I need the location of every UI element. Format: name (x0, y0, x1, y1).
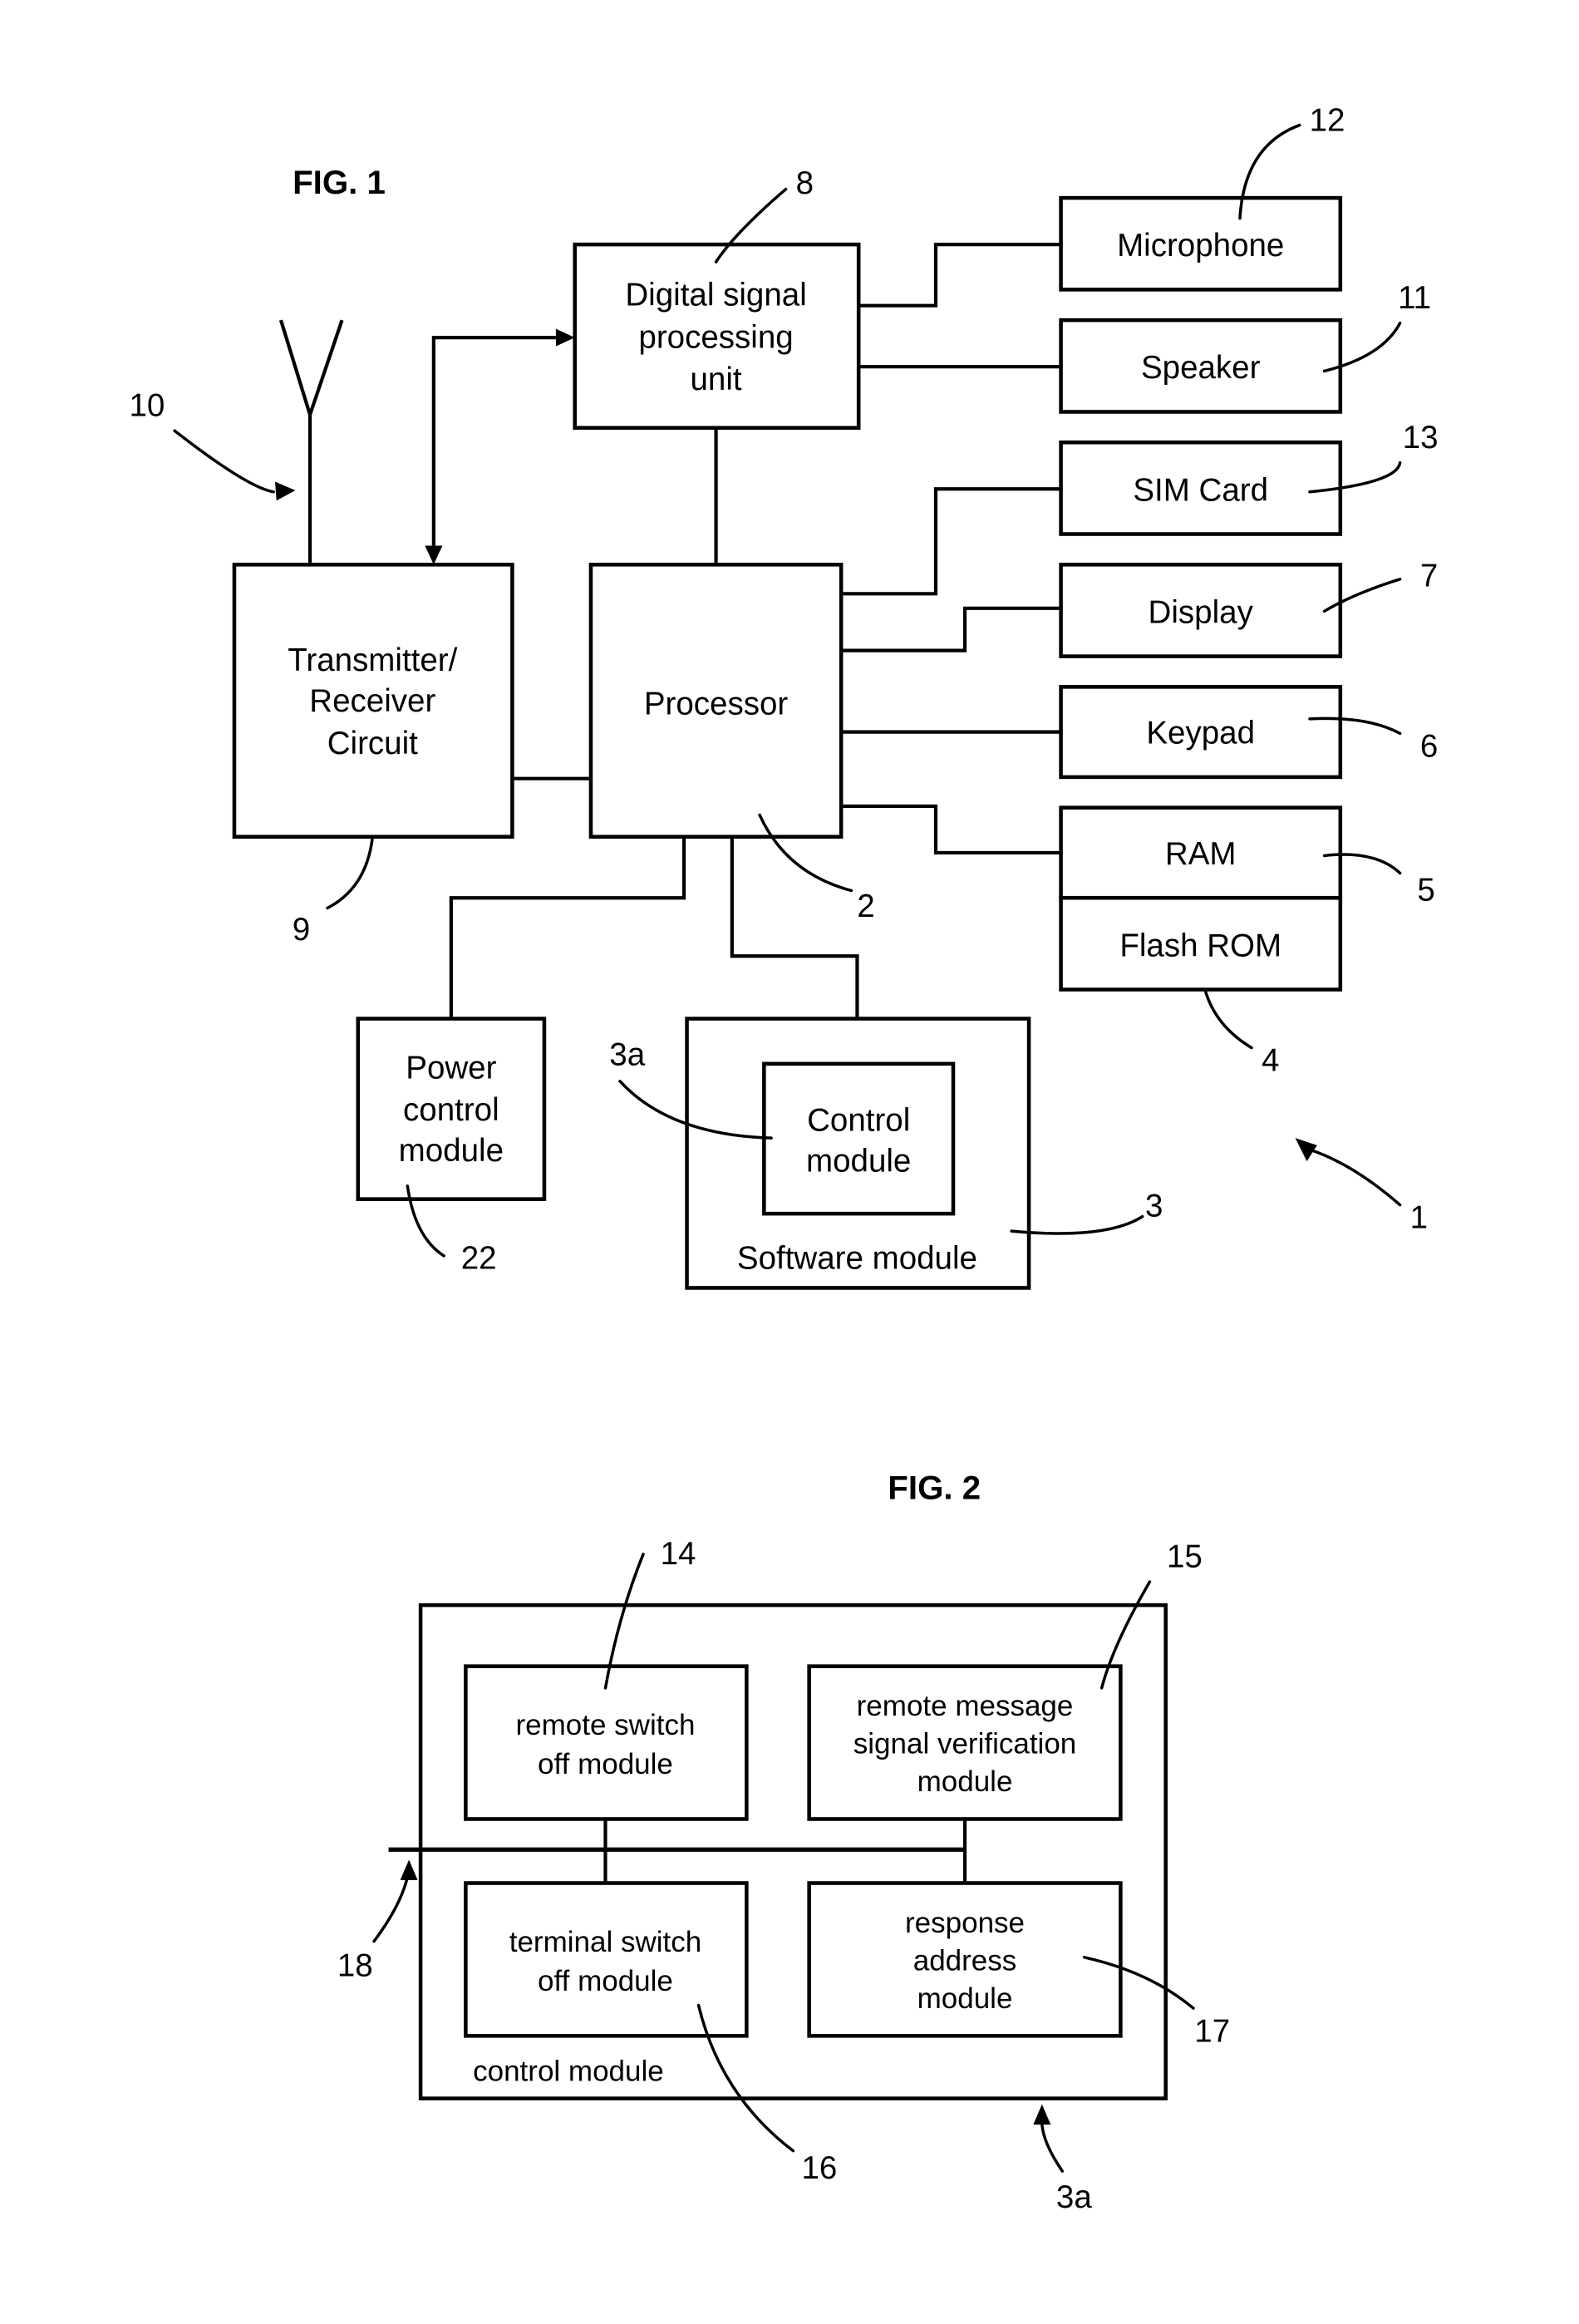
transceiver-label-line-1: Transmitter/ (288, 643, 457, 678)
ref-10: 10 (129, 388, 165, 424)
microphone-block: Microphone (1059, 195, 1343, 292)
display-label: Display (1149, 594, 1254, 630)
patent-drawing-sheet: FIG. 1 Digital signal processing unit Mi… (129, 103, 1439, 2215)
remote-switch-off-label-line-1: remote switch (516, 1709, 696, 1741)
ref-9: 9 (293, 912, 310, 948)
speaker-label: Speaker (1141, 350, 1261, 386)
display-block: Display (1059, 563, 1343, 658)
sim-card-block: SIM Card (1059, 440, 1343, 536)
flash-rom-block: Flash ROM (1059, 895, 1343, 992)
ref-16: 16 (801, 2150, 837, 2186)
processor-block: Processor (588, 563, 844, 839)
power-control-label-line-3: module (399, 1133, 504, 1169)
figure-2: FIG. 2 control module remote switch off … (337, 1469, 1230, 2215)
antenna-icon (278, 319, 344, 565)
dsp-label-line-1: Digital signal (625, 278, 806, 313)
ref-3a-fig2: 3a (1056, 2179, 1092, 2215)
flash-rom-label: Flash ROM (1119, 928, 1281, 963)
arrowhead-control-module (1033, 2104, 1051, 2125)
response-address-label-line-3: module (917, 1982, 1013, 2015)
dsp-block: Digital signal processing unit (573, 242, 861, 431)
ref-8: 8 (796, 165, 814, 201)
ref-18: 18 (337, 1948, 373, 1984)
ref-17: 17 (1194, 2013, 1230, 2049)
response-address-label-line-1: response (905, 1907, 1025, 1939)
keypad-label: Keypad (1146, 716, 1255, 751)
figure-1-title: FIG. 1 (293, 164, 386, 201)
speaker-block: Speaker (1059, 318, 1343, 414)
remote-message-label-line-2: signal verification (853, 1728, 1076, 1760)
ref-15: 15 (1167, 1539, 1203, 1575)
arrowhead-device (1295, 1138, 1317, 1162)
sim-card-label: SIM Card (1133, 472, 1268, 508)
ref-5: 5 (1417, 873, 1434, 908)
ref-13: 13 (1403, 420, 1439, 455)
control-module-label-line-1: Control (807, 1102, 910, 1138)
ram-label: RAM (1165, 836, 1237, 872)
transceiver-block: Transmitter/ Receiver Circuit (232, 563, 514, 839)
ref-2: 2 (857, 889, 874, 924)
power-control-label-line-2: control (403, 1092, 499, 1128)
figure-2-title: FIG. 2 (888, 1469, 981, 1506)
terminal-switch-off-module: terminal switch off module (464, 1881, 749, 2038)
response-address-module: response address module (807, 1881, 1123, 2038)
ref-14: 14 (661, 1536, 696, 1572)
dsp-label-line-3: unit (691, 362, 742, 397)
arrowhead-to-transceiver (425, 545, 443, 565)
power-control-block: Power control module (356, 1017, 547, 1201)
control-module-label-line-2: module (806, 1143, 911, 1179)
arrowhead-bus (400, 1859, 418, 1881)
remote-message-verification-module: remote message signal verification modul… (807, 1664, 1123, 1821)
remote-message-label-line-1: remote message (857, 1690, 1074, 1722)
response-address-label-line-2: address (913, 1945, 1017, 1977)
ref-3: 3 (1145, 1189, 1163, 1224)
transceiver-label-line-3: Circuit (327, 726, 418, 761)
arrowhead-to-dsp (555, 328, 575, 347)
ref-4: 4 (1262, 1043, 1279, 1079)
keypad-block: Keypad (1059, 685, 1343, 780)
ref-6: 6 (1420, 728, 1438, 764)
ref-11: 11 (1398, 280, 1431, 316)
ref-1: 1 (1410, 1200, 1428, 1236)
remote-switch-off-label-line-2: off module (538, 1748, 673, 1780)
software-module-label: Software module (737, 1241, 977, 1277)
ram-block: RAM (1059, 805, 1343, 900)
dsp-label-line-2: processing (638, 319, 793, 355)
control-module-block: Control module (762, 1061, 956, 1216)
ref-3a: 3a (609, 1037, 645, 1073)
figure-1: FIG. 1 Digital signal processing unit Mi… (129, 103, 1439, 1290)
terminal-switch-off-label-line-1: terminal switch (509, 1926, 701, 1958)
processor-label: Processor (644, 687, 789, 722)
ref-7: 7 (1420, 559, 1438, 594)
ref-22: 22 (461, 1241, 497, 1277)
power-control-label-line-1: Power (406, 1050, 496, 1086)
transceiver-label-line-2: Receiver (309, 683, 435, 719)
arrowhead-antenna (274, 481, 296, 501)
terminal-switch-off-label-line-2: off module (538, 1965, 673, 1997)
microphone-label: Microphone (1117, 228, 1284, 263)
ref-12: 12 (1310, 103, 1345, 139)
control-module-container-label: control module (473, 2056, 664, 2088)
remote-message-label-line-3: module (917, 1765, 1013, 1798)
